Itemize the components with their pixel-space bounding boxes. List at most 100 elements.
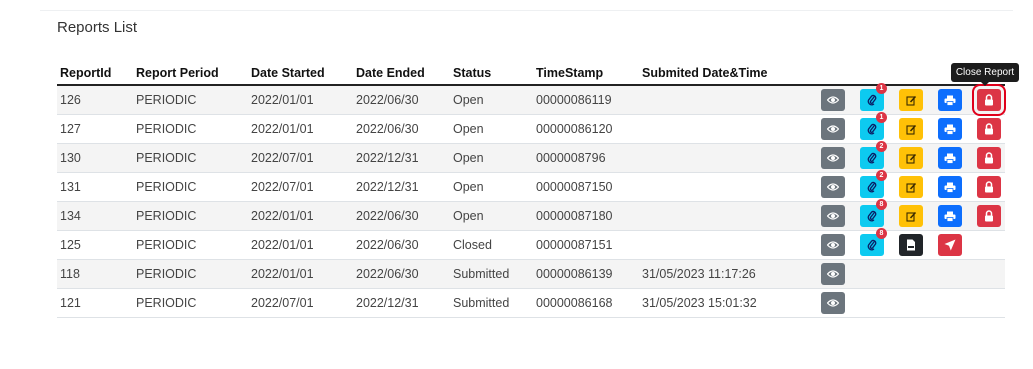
print-button[interactable] — [938, 89, 962, 111]
send-button[interactable] — [938, 234, 962, 256]
cell-submitted-datetime: 31/05/2023 15:01:32 — [639, 288, 812, 318]
cell-actions: 2 — [812, 170, 1005, 202]
cell-report-id: 118 — [57, 259, 133, 289]
cell-status: Open — [450, 114, 533, 144]
attachment-count-badge: 8 — [876, 228, 887, 239]
table-row: 126 PERIODIC 2022/01/01 2022/06/30 Open 00000… — [57, 83, 1006, 116]
print-button[interactable] — [938, 205, 962, 227]
pdf-file-icon — [906, 239, 916, 251]
row-actions: 8 — [821, 228, 1001, 256]
attachment-count-badge: 1 — [876, 83, 887, 94]
close-report-button[interactable] — [977, 118, 1001, 140]
cell-report-id: 126 — [57, 85, 133, 115]
eye-icon — [827, 153, 839, 163]
cell-actions: 1 — [812, 112, 1005, 144]
edit-icon — [905, 211, 917, 222]
pdf-button[interactable] — [899, 234, 923, 256]
paperclip-icon — [867, 181, 877, 193]
cell-report-period: PERIODIC — [133, 288, 248, 318]
attachments-button[interactable]: 2 — [860, 170, 887, 198]
lock-icon — [984, 210, 994, 222]
cell-timestamp: 00000086168 — [533, 288, 639, 318]
edit-icon — [905, 182, 917, 193]
cell-date-ended: 2022/12/31 — [353, 288, 450, 318]
view-button[interactable] — [821, 147, 845, 169]
cell-submitted-datetime — [639, 230, 812, 260]
cell-report-id: 131 — [57, 172, 133, 202]
attachments-button[interactable]: 8 — [860, 199, 887, 227]
lock-icon — [984, 181, 994, 193]
header-status: Status — [450, 61, 533, 86]
lock-icon — [984, 152, 994, 164]
cell-timestamp: 0000008796 — [533, 143, 639, 173]
row-actions — [821, 263, 1001, 285]
printer-icon — [944, 124, 956, 135]
printer-icon — [944, 153, 956, 164]
print-button[interactable] — [938, 176, 962, 198]
eye-icon — [827, 124, 839, 134]
view-button[interactable] — [821, 292, 845, 314]
table-row: 130 PERIODIC 2022/07/01 2022/12/31 Open 00000… — [57, 141, 1005, 173]
edit-icon — [905, 95, 917, 106]
view-button[interactable] — [821, 118, 845, 140]
cell-submitted-datetime — [639, 201, 812, 231]
close-report-button[interactable] — [977, 176, 1001, 198]
view-button[interactable] — [821, 176, 845, 198]
cell-actions: 2 — [812, 141, 1005, 173]
printer-icon — [944, 182, 956, 193]
attachment-count-badge: 2 — [876, 170, 887, 181]
cell-timestamp: 00000087151 — [533, 230, 639, 260]
paperclip-icon — [867, 210, 877, 222]
edit-button[interactable] — [899, 205, 923, 227]
table-row: 131 PERIODIC 2022/07/01 2022/12/31 Open 00000… — [57, 170, 1005, 202]
attachment-count-badge: 8 — [876, 199, 887, 210]
view-button[interactable] — [821, 234, 845, 256]
cell-status: Submitted — [450, 259, 533, 289]
edit-button[interactable] — [899, 176, 923, 198]
paperclip-icon — [867, 152, 877, 164]
cell-date-started: 2022/07/01 — [248, 172, 353, 202]
cell-submitted-datetime — [639, 172, 812, 202]
cell-report-id: 134 — [57, 201, 133, 231]
edit-button[interactable] — [899, 89, 923, 111]
view-button[interactable] — [821, 205, 845, 227]
print-button[interactable] — [938, 118, 962, 140]
paperclip-icon — [867, 239, 877, 251]
header-submitted-datetime: Submited Date&Time — [639, 61, 812, 86]
printer-icon — [944, 211, 956, 222]
attachments-button[interactable]: 8 — [860, 228, 887, 256]
attachments-button[interactable]: 1 — [860, 83, 887, 111]
print-button[interactable] — [938, 147, 962, 169]
close-report-button[interactable] — [977, 147, 1001, 169]
close-report-button[interactable] — [977, 205, 1001, 227]
eye-icon — [827, 182, 839, 192]
cell-status: Open — [450, 85, 533, 115]
cell-timestamp: 00000086119 — [533, 85, 639, 115]
cell-date-started: 2022/01/01 — [248, 259, 353, 289]
view-button[interactable] — [821, 263, 845, 285]
close-report-button[interactable] — [972, 84, 1006, 116]
table-row: 118 PERIODIC 2022/01/01 2022/06/30 Submitted… — [57, 259, 1005, 289]
close-report-tooltip: Close Report — [951, 63, 1019, 86]
row-actions: 1 — [821, 112, 1001, 140]
cell-date-ended: 2022/06/30 — [353, 259, 450, 289]
row-actions: 1 — [821, 83, 1006, 116]
table-header-row: ReportId Report Period Date Started Date… — [57, 61, 1005, 86]
table-row: 125 PERIODIC 2022/01/01 2022/06/30 Closed 000… — [57, 228, 1005, 260]
edit-button[interactable] — [899, 118, 923, 140]
attachments-button[interactable]: 2 — [860, 141, 887, 169]
row-actions: 2 — [821, 170, 1001, 198]
cell-date-started: 2022/01/01 — [248, 230, 353, 260]
page-title: Reports List — [57, 19, 138, 36]
edit-button[interactable] — [899, 147, 923, 169]
top-divider — [40, 10, 1013, 11]
view-button[interactable] — [821, 89, 845, 111]
attachments-button[interactable]: 1 — [860, 112, 887, 140]
header-date-started: Date Started — [248, 61, 353, 86]
cell-report-id: 121 — [57, 288, 133, 318]
cell-date-started: 2022/01/01 — [248, 114, 353, 144]
eye-icon — [827, 298, 839, 308]
cell-date-ended: 2022/12/31 — [353, 172, 450, 202]
cell-status: Open — [450, 201, 533, 231]
lock-icon — [984, 123, 994, 135]
